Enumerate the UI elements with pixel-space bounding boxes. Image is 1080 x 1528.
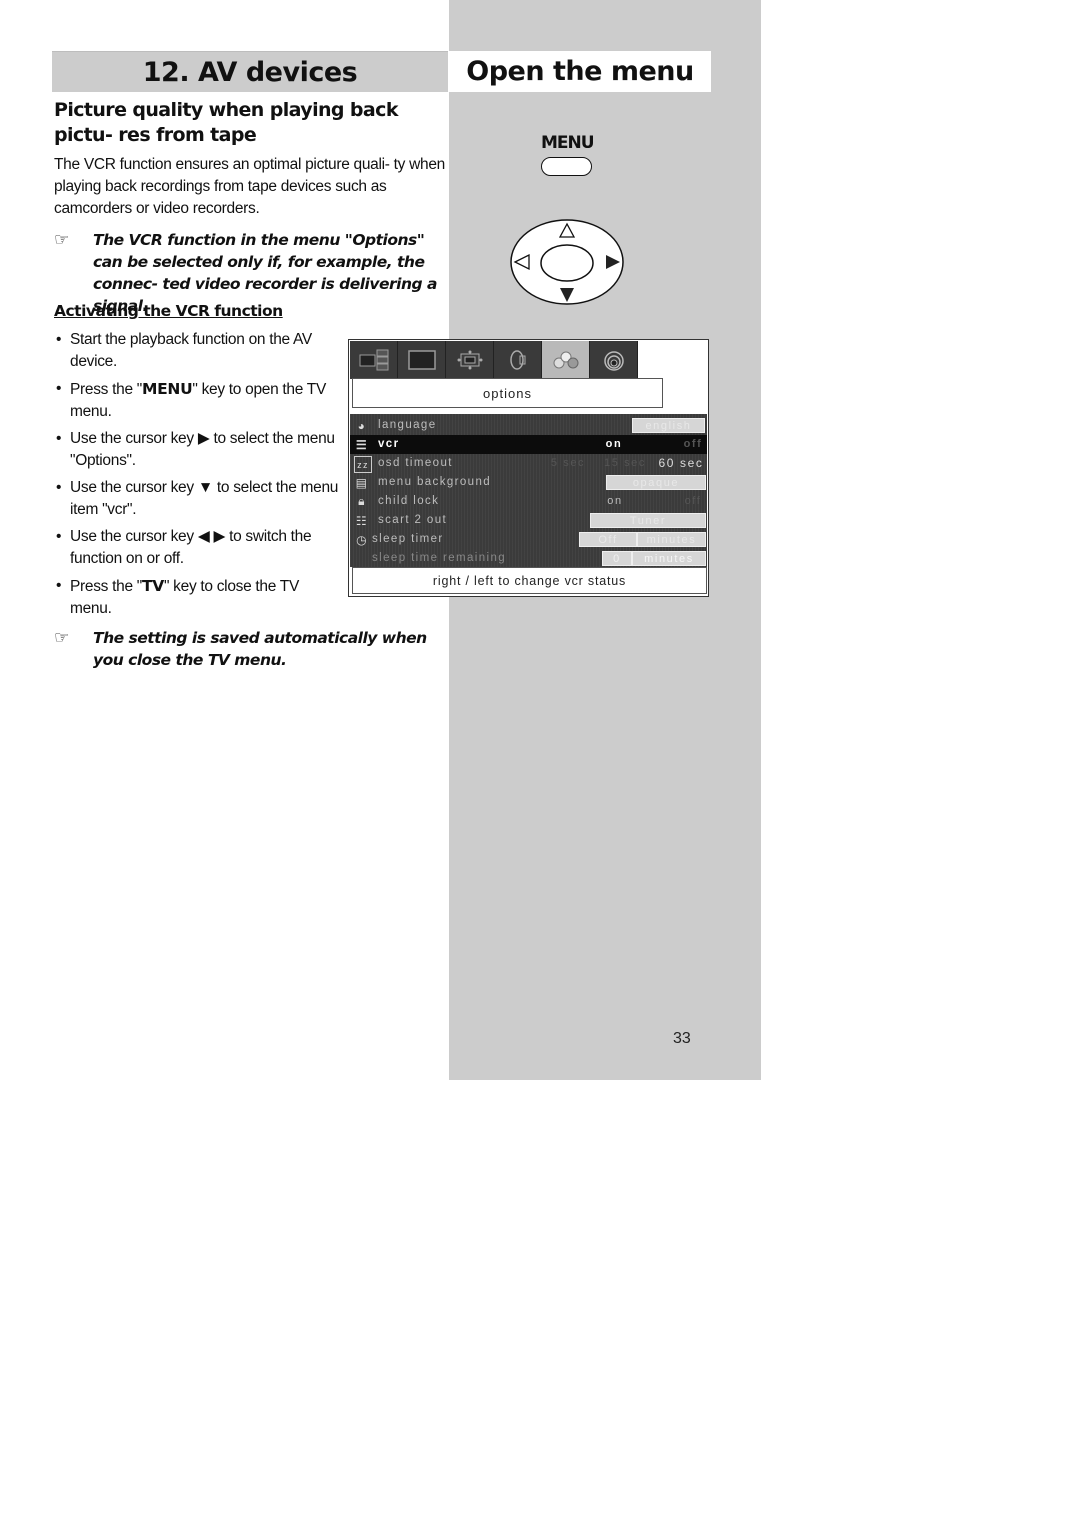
panel-icon: ▤	[355, 475, 369, 490]
timeout-60-option[interactable]: 60 sec	[656, 456, 706, 471]
scart-icon: ☷	[355, 513, 369, 528]
row-label: menu background	[378, 476, 492, 488]
dpad-ok-icon	[540, 244, 594, 282]
row-label: sleep timer	[372, 533, 444, 545]
subsection-heading: Activating the VCR function	[54, 302, 283, 320]
osd-row-sleep-time-remaining: sleep time remaining 0 minutes	[350, 549, 707, 568]
sleep-zz-icon: zz	[354, 456, 372, 473]
pointing-hand-icon: ☞	[54, 628, 69, 648]
key-name: TV	[141, 577, 164, 595]
section-title: Open the menu	[449, 51, 711, 92]
chapter-title: 12. AV devices	[52, 51, 448, 92]
tab-channels[interactable]	[590, 341, 638, 379]
menu-button-icon	[541, 157, 592, 176]
speaker-icon	[509, 350, 525, 370]
timeout-5-option[interactable]: 5 sec	[546, 456, 590, 471]
tv-osd-menu: options ◕ language english ☰ vcr on off …	[348, 339, 709, 597]
osd-row-scart-2-out[interactable]: ☷ scart 2 out Tuner	[350, 511, 707, 530]
menu-key-label: MENU	[541, 133, 595, 153]
picture-format-icon	[457, 350, 482, 370]
clock-icon: ◷	[356, 532, 368, 547]
step-text: Use the cursor key ▼ to select the menu …	[70, 479, 339, 518]
note-text: The setting is saved automatically when …	[93, 629, 427, 669]
row-label: sleep time remaining	[372, 552, 507, 564]
osd-row-osd-timeout[interactable]: zz osd timeout 5 sec 15 sec 60 sec	[350, 454, 707, 473]
tab-sound[interactable]	[494, 341, 542, 379]
remaining-value: 0	[602, 551, 632, 566]
list-item: • Press the "MENU" key to open the TV men…	[56, 380, 326, 420]
tab-picture-format[interactable]	[446, 341, 494, 379]
section-heading: Picture quality when playing back pictu-…	[54, 99, 398, 146]
key-name: MENU	[141, 380, 193, 398]
row-label: osd timeout	[378, 457, 453, 469]
list-item: • Start the playback function on the AV d…	[56, 331, 312, 370]
sleep-timer-unit: minutes	[637, 532, 706, 547]
row-label: child lock	[378, 495, 440, 507]
row-label: scart 2 out	[378, 514, 448, 526]
list-item: • Press the "TV" key to close the TV menu…	[56, 577, 300, 617]
steps-list: • Start the playback function on the AV d…	[54, 329, 344, 625]
tab-options[interactable]	[542, 341, 590, 379]
dpad-icon	[510, 219, 624, 305]
osd-tab-bar	[350, 341, 638, 379]
pointing-hand-icon: ☞	[54, 230, 69, 250]
screen-icon	[407, 350, 436, 370]
step-text: Press the "	[70, 578, 142, 595]
osd-help-text: right / left to change vcr status	[352, 567, 707, 594]
options-icon	[553, 351, 578, 369]
osd-row-sleep-timer[interactable]: ◷ sleep timer Off minutes	[350, 530, 707, 549]
pip-icon	[359, 349, 388, 371]
child-lock-off-option[interactable]: off	[680, 494, 706, 509]
timeout-15-option[interactable]: 15 sec	[600, 456, 650, 471]
antenna-icon	[603, 351, 624, 371]
intro-paragraph: The VCR function ensures an optimal pict…	[54, 156, 445, 217]
sleep-timer-value[interactable]: Off	[579, 532, 637, 547]
step-text: Press the "	[70, 381, 142, 398]
remaining-unit: minutes	[632, 551, 706, 566]
background-value[interactable]: opaque	[606, 475, 706, 490]
row-label: language	[378, 419, 437, 431]
row-label: vcr	[378, 438, 400, 450]
osd-row-child-lock[interactable]: 🔒︎ child lock on off	[350, 492, 707, 511]
child-lock-on-option[interactable]: on	[600, 494, 630, 509]
osd-options-list: ◕ language english ☰ vcr on off zz osd t…	[350, 414, 707, 567]
scart-value[interactable]: Tuner	[590, 513, 706, 528]
tab-screen[interactable]	[398, 341, 446, 379]
step-text: Start the playback function on the AV de…	[70, 331, 312, 370]
vcr-off-option[interactable]: off	[680, 437, 706, 452]
step-text: Use the cursor key ◀ ▶ to switch the fun…	[70, 528, 312, 567]
page-number: 33	[673, 1030, 691, 1047]
lock-icon: 🔒︎	[358, 494, 366, 508]
note-auto-save: ☞ The setting is saved automatically whe…	[54, 627, 449, 671]
list-item: • Use the cursor key ▶ to select the menu…	[56, 430, 335, 469]
step-text: Use the cursor key ▶ to select the menu …	[70, 430, 335, 469]
vcr-on-option[interactable]: on	[596, 437, 632, 452]
osd-row-vcr[interactable]: ☰ vcr on off	[350, 435, 707, 454]
globe-icon: ◕	[357, 418, 367, 433]
language-value[interactable]: english	[632, 418, 705, 433]
osd-row-language[interactable]: ◕ language english	[350, 416, 707, 435]
list-item: • Use the cursor key ▼ to select the menu…	[56, 479, 339, 518]
tab-picture-in-picture[interactable]	[350, 341, 398, 379]
osd-menu-title: options	[352, 378, 663, 408]
osd-row-menu-background[interactable]: ▤ menu background opaque	[350, 473, 707, 492]
list-item: • Use the cursor key ◀ ▶ to switch the fu…	[56, 528, 312, 567]
tape-icon: ☰	[355, 437, 369, 452]
